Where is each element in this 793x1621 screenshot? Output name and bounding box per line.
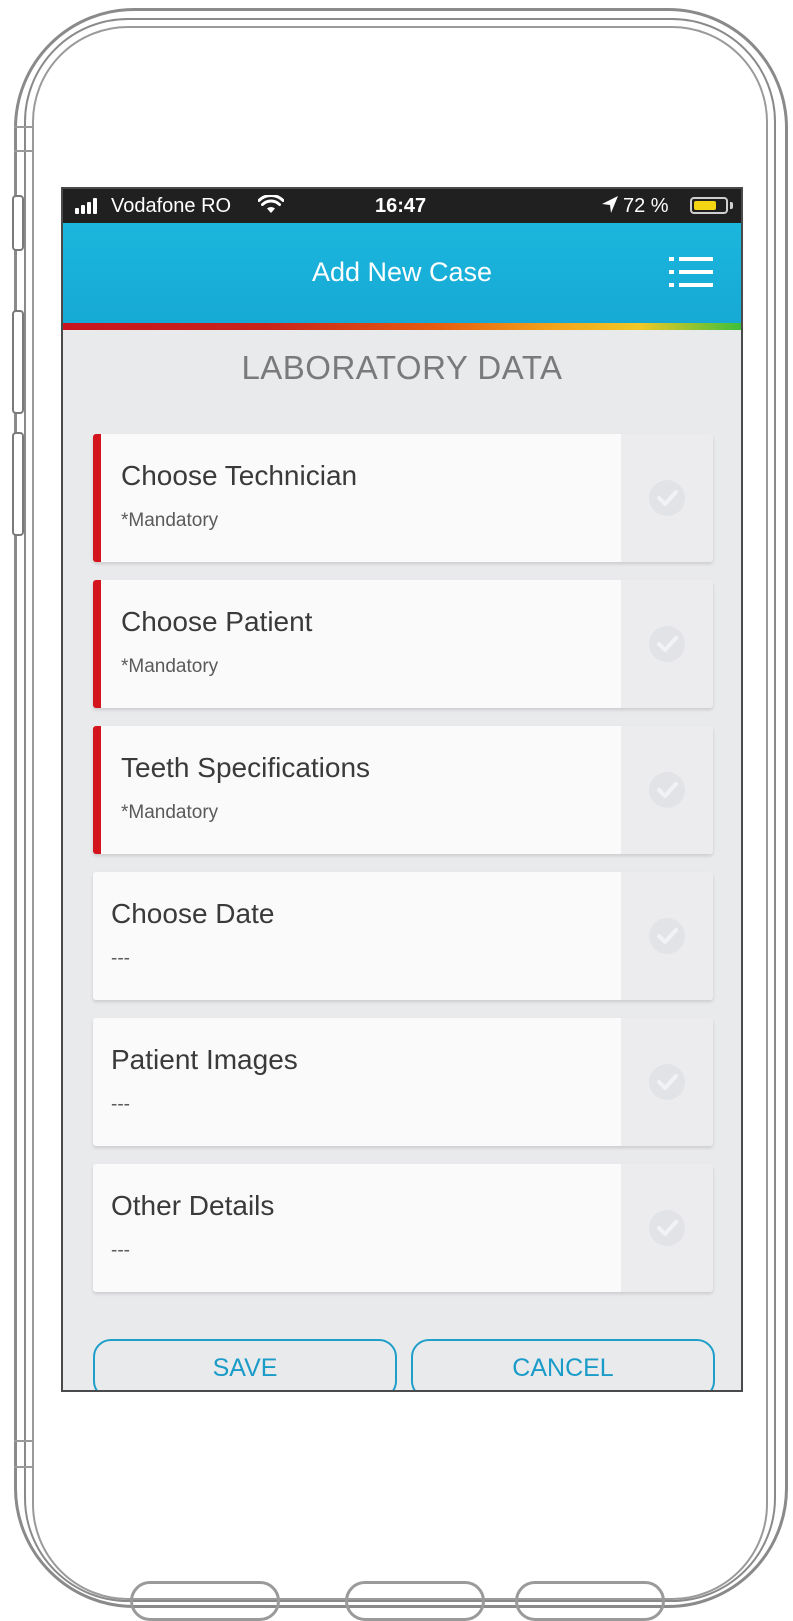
- frame-bottom-port: [515, 1581, 665, 1621]
- list-menu-icon[interactable]: [669, 255, 713, 289]
- status-time: 16:47: [375, 195, 427, 217]
- card-status: ---: [111, 1240, 130, 1261]
- card-choose-patient[interactable]: Choose Patient *Mandatory: [93, 580, 713, 708]
- check-circle-icon: [649, 626, 685, 662]
- card-status: *Mandatory: [121, 656, 219, 677]
- page-title: Add New Case: [311, 257, 493, 287]
- header-gradient-divider: [63, 323, 741, 330]
- frame-antenna-line: [14, 150, 32, 152]
- card-patient-images[interactable]: Patient Images ---: [93, 1018, 713, 1146]
- frame-bottom-port: [345, 1581, 485, 1621]
- card-label: Choose Patient: [121, 606, 313, 637]
- card-other-details[interactable]: Other Details ---: [93, 1164, 713, 1292]
- section-title: LABORATORY DATA: [241, 349, 563, 386]
- check-circle-icon: [649, 918, 685, 954]
- save-button[interactable]: SAVE: [93, 1339, 397, 1390]
- volume-down-button: [12, 432, 24, 536]
- app-screen: Vodafone RO 16:47 72 % Add New Case LABO…: [61, 187, 743, 1392]
- card-status: ---: [111, 948, 130, 969]
- battery-percentage: 72 %: [623, 195, 669, 217]
- card-check-area: [621, 1018, 713, 1146]
- check-circle-icon: [649, 480, 685, 516]
- frame-antenna-line: [14, 126, 32, 128]
- cancel-button[interactable]: CANCEL: [411, 1339, 715, 1390]
- card-check-area: [621, 1164, 713, 1292]
- check-circle-icon: [649, 1064, 685, 1100]
- card-check-area: [621, 872, 713, 1000]
- frame-bottom-port: [130, 1581, 280, 1621]
- card-label: Teeth Specifications: [121, 752, 371, 783]
- frame-antenna-line: [14, 1440, 32, 1442]
- card-choose-date[interactable]: Choose Date ---: [93, 872, 713, 1000]
- card-status: ---: [111, 1094, 130, 1115]
- status-bar: Vodafone RO 16:47 72 %: [63, 189, 741, 223]
- card-choose-technician[interactable]: Choose Technician *Mandatory: [93, 434, 713, 562]
- check-circle-icon: [649, 1210, 685, 1246]
- mute-switch: [12, 195, 24, 251]
- location-arrow-icon: [600, 194, 620, 222]
- card-status: *Mandatory: [121, 510, 219, 531]
- card-check-area: [621, 580, 713, 708]
- card-label: Choose Date: [111, 898, 275, 929]
- wifi-icon: [257, 194, 285, 221]
- carrier-name: Vodafone RO: [111, 195, 232, 217]
- battery-icon: [690, 197, 728, 214]
- signal-icon: [75, 198, 101, 214]
- card-status: *Mandatory: [121, 802, 219, 823]
- card-label: Patient Images: [111, 1044, 298, 1075]
- frame-antenna-line: [14, 1466, 32, 1468]
- card-check-area: [621, 726, 713, 854]
- battery-tip: [730, 202, 733, 209]
- volume-up-button: [12, 310, 24, 414]
- card-check-area: [621, 434, 713, 562]
- card-label: Choose Technician: [121, 460, 358, 491]
- check-circle-icon: [649, 772, 685, 808]
- card-label: Other Details: [111, 1190, 275, 1221]
- card-teeth-specifications[interactable]: Teeth Specifications *Mandatory: [93, 726, 713, 854]
- app-header: Add New Case: [63, 223, 741, 323]
